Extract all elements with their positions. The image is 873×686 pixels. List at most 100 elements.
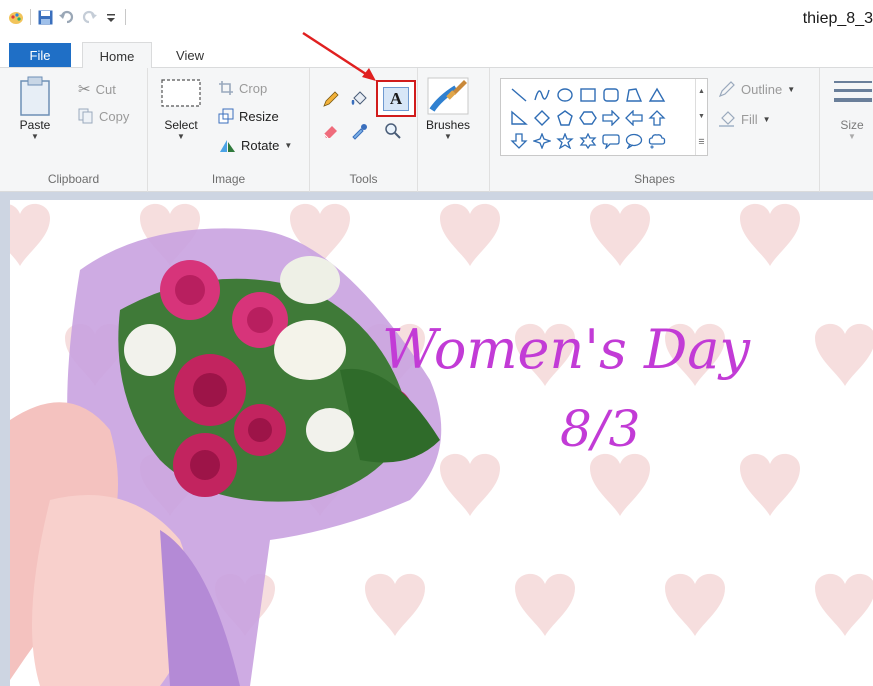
magnifier-tool[interactable] (382, 120, 404, 142)
paste-label: Paste (19, 118, 51, 132)
chevron-down-icon: ▼ (848, 132, 856, 141)
rounded-callout-shape-icon[interactable] (599, 129, 622, 152)
cloud-callout-shape-icon[interactable] (645, 129, 668, 152)
card-date-text: 8/3 (560, 400, 641, 458)
shapes-group-label: Shapes (634, 172, 675, 186)
text-tool-button[interactable]: A (376, 80, 416, 117)
magnifier-icon (385, 123, 401, 139)
ribbon-tabs: File Home View (0, 40, 873, 69)
brushes-button[interactable]: Brushes ▼ (426, 76, 470, 141)
outline-button[interactable]: Outline ▼ (718, 80, 795, 98)
rotate-icon (220, 140, 235, 152)
line-shape-icon[interactable] (507, 83, 530, 106)
up-arrow-shape-icon[interactable] (645, 106, 668, 129)
resize-label: Resize (239, 108, 279, 124)
oval-shape-icon[interactable] (553, 83, 576, 106)
eyedropper-icon (352, 124, 367, 140)
tab-file[interactable]: File (9, 43, 71, 67)
chevron-down-icon: ▼ (177, 132, 185, 141)
crop-button[interactable]: Crop (218, 80, 267, 96)
size-button[interactable]: Size ▼ (832, 78, 872, 141)
chevron-down-icon: ▼ (444, 132, 452, 141)
down-arrow-shape-icon[interactable] (507, 129, 530, 152)
hexagon-shape-icon[interactable] (576, 106, 599, 129)
cut-label: Cut (95, 81, 116, 97)
ribbon: Paste ▼ ✂ Cut Copy Clipboard Select ▼ Cr… (0, 68, 873, 192)
cut-button[interactable]: ✂ Cut (78, 80, 116, 98)
polygon-shape-icon[interactable] (622, 83, 645, 106)
paintbrush-icon (427, 77, 469, 115)
six-point-star-shape-icon[interactable] (576, 129, 599, 152)
brushes-group: Brushes ▼ (418, 68, 490, 192)
paste-button[interactable]: Paste ▼ (18, 76, 52, 141)
rounded-rectangle-shape-icon[interactable] (599, 83, 622, 106)
chevron-down-icon: ▼ (284, 140, 293, 150)
pentagon-shape-icon[interactable] (553, 106, 576, 129)
title-bar: thiep_8_3 (0, 0, 873, 40)
size-label: Size (840, 118, 864, 132)
drawing-canvas[interactable]: Women's Day 8/3 (10, 200, 873, 686)
window-title: thiep_8_3 (802, 10, 873, 27)
select-rectangle-icon (161, 79, 201, 107)
copy-icon (78, 108, 93, 124)
chevron-down-icon: ▼ (31, 132, 39, 141)
outline-pencil-icon (718, 81, 735, 98)
tab-home[interactable]: Home (82, 42, 152, 69)
diamond-shape-icon[interactable] (530, 106, 553, 129)
eraser-tool[interactable] (320, 120, 342, 142)
copy-label: Copy (99, 108, 130, 124)
clipboard-group: Paste ▼ ✂ Cut Copy Clipboard (0, 68, 148, 192)
pencil-tool[interactable] (320, 88, 342, 110)
redo-icon[interactable] (81, 9, 97, 25)
clipboard-icon (20, 76, 50, 116)
paint-app-icon[interactable] (8, 9, 24, 25)
fill-label: Fill (741, 111, 758, 127)
customize-toolbar-icon[interactable] (103, 9, 119, 25)
resize-icon (218, 108, 234, 124)
color-picker-tool[interactable] (348, 120, 370, 142)
eraser-icon (323, 126, 337, 139)
rectangle-shape-icon[interactable] (576, 83, 599, 106)
flower-bouquet-image (10, 228, 442, 686)
five-point-star-shape-icon[interactable] (553, 129, 576, 152)
select-label: Select (164, 118, 198, 132)
expand-gallery-icon[interactable]: ☰ (698, 138, 704, 146)
chevron-down-icon: ▼ (762, 114, 771, 124)
line-size-icon (834, 81, 872, 102)
select-button[interactable]: Select ▼ (160, 76, 202, 141)
scroll-down-icon[interactable]: ▼ (698, 113, 705, 120)
scroll-up-icon[interactable]: ▲ (698, 88, 705, 95)
scissors-icon: ✂ (78, 81, 91, 98)
fill-tool[interactable] (348, 88, 370, 110)
brushes-label: Brushes (426, 118, 471, 132)
curve-shape-icon[interactable] (530, 83, 553, 106)
card-title-text: Women's Day (382, 318, 751, 381)
rotate-button[interactable]: Rotate ▼ (218, 137, 292, 153)
tools-group-label: Tools (349, 172, 378, 186)
left-arrow-shape-icon[interactable] (622, 106, 645, 129)
resize-button[interactable]: Resize (218, 108, 279, 124)
tab-view[interactable]: View (160, 42, 220, 68)
copy-button[interactable]: Copy (78, 108, 129, 124)
oval-callout-shape-icon[interactable] (622, 129, 645, 152)
text-tool-icon: A (383, 86, 409, 111)
undo-icon[interactable] (59, 9, 75, 25)
fill-button[interactable]: Fill ▼ (718, 110, 771, 128)
triangle-shape-icon[interactable] (645, 83, 668, 106)
quick-access-toolbar (8, 9, 126, 25)
image-group: Select ▼ Crop Resize Rotate ▼ Image (148, 68, 310, 192)
canvas-area: Women's Day 8/3 (0, 192, 873, 686)
save-icon[interactable] (37, 9, 53, 25)
right-arrow-shape-icon[interactable] (599, 106, 622, 129)
paint-bucket-icon (351, 91, 367, 105)
crop-icon (219, 81, 233, 95)
chevron-down-icon: ▼ (787, 84, 796, 94)
crop-label: Crop (239, 80, 268, 96)
size-group: Size ▼ (820, 68, 873, 192)
shapes-gallery: ▲ ▼ ☰ (500, 78, 708, 156)
pencil-icon (323, 91, 339, 107)
four-point-star-shape-icon[interactable] (530, 129, 553, 152)
clipboard-group-label: Clipboard (47, 172, 100, 186)
right-triangle-shape-icon[interactable] (507, 106, 530, 129)
shapes-gallery-scrollbar[interactable]: ▲ ▼ ☰ (695, 79, 707, 155)
